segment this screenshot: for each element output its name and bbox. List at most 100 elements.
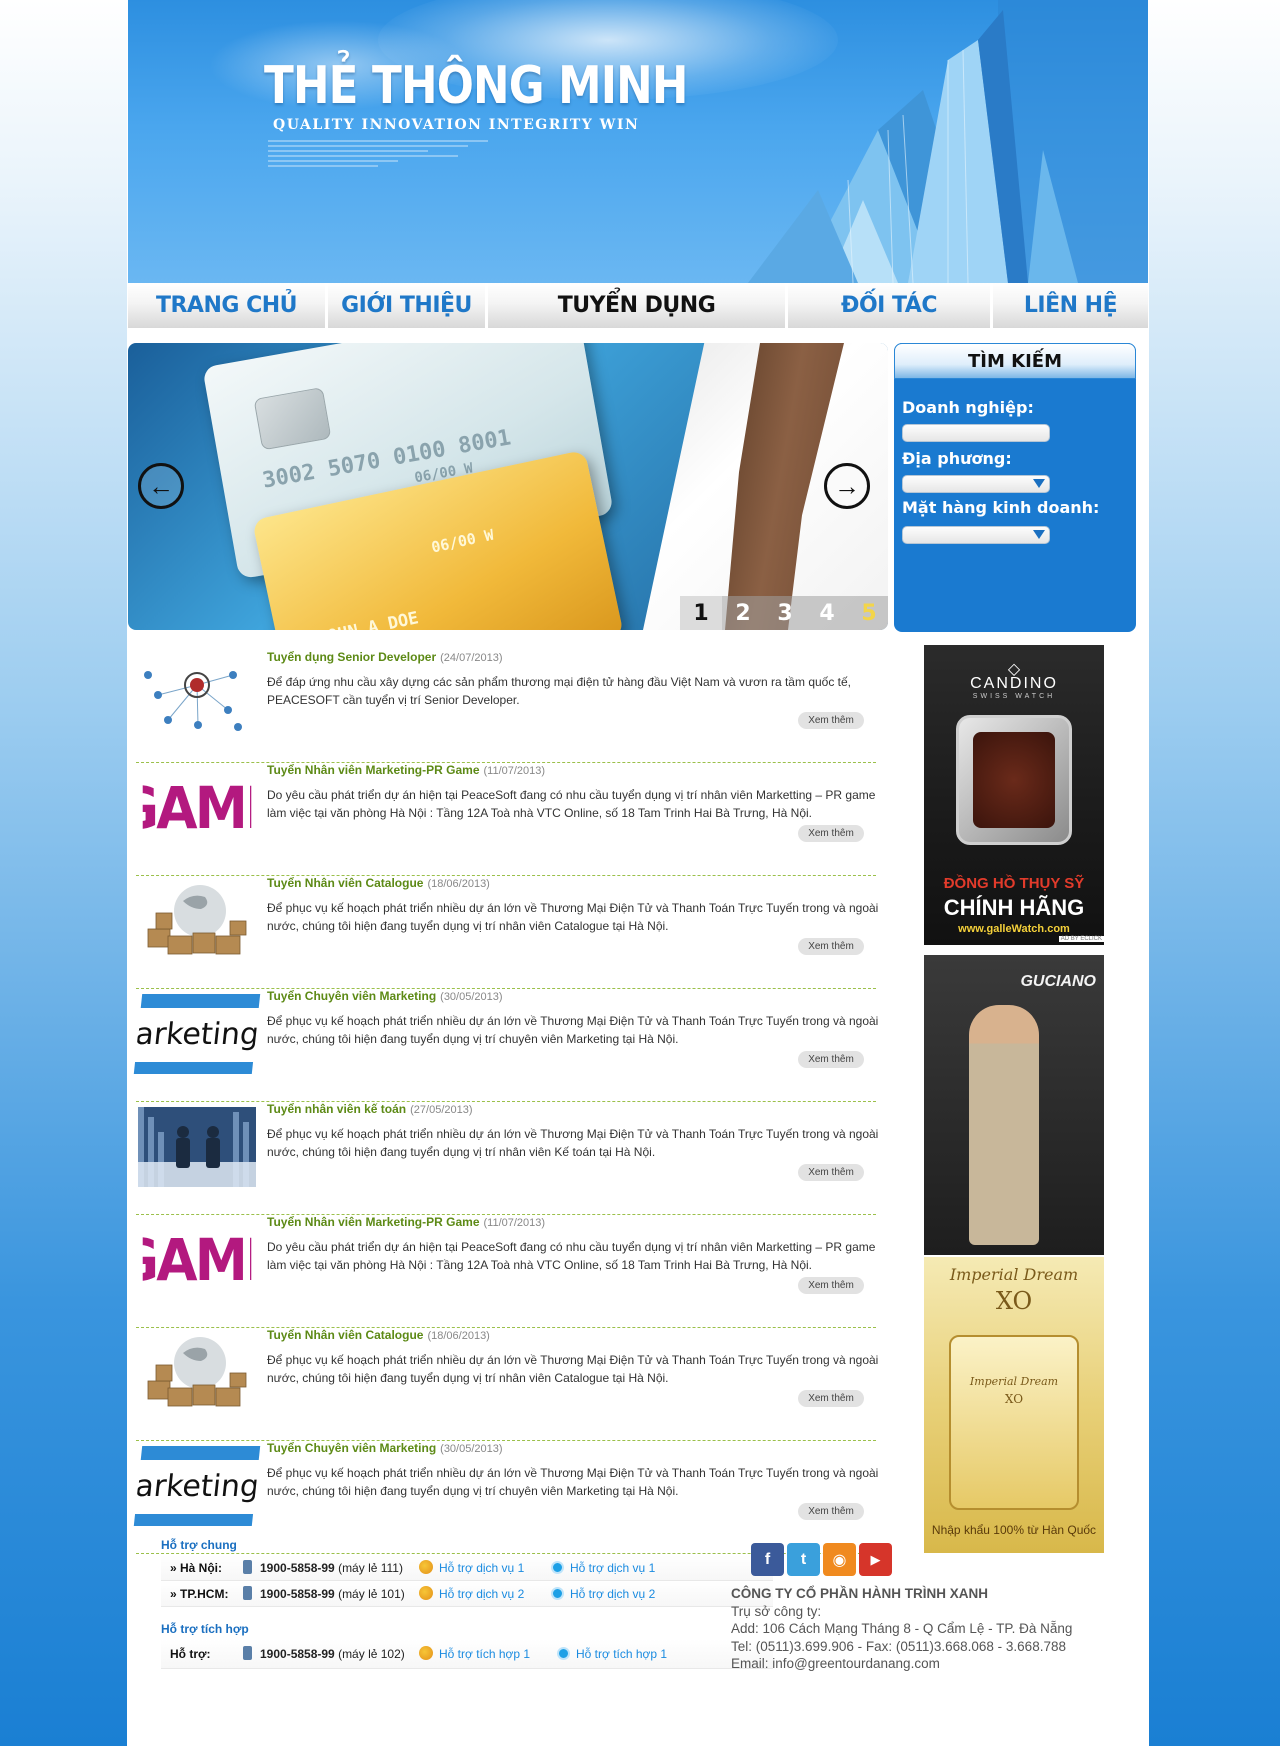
company-email: Email: info@greentourdanang.com [731, 1656, 940, 1671]
job-date: (11/07/2013) [483, 1217, 546, 1229]
yahoo-icon [419, 1560, 433, 1574]
menu-item-contact[interactable]: LIÊN HỆ [993, 283, 1148, 328]
slider-page-5[interactable]: 5 [848, 596, 888, 630]
job-title-link[interactable]: Tuyển nhân viên kế toán (27/05/2013) [267, 1102, 473, 1116]
job-thumbnail[interactable] [138, 655, 256, 735]
job-title-link[interactable]: Tuyển dụng Senior Developer (24/07/2013) [267, 650, 503, 664]
skype-support-link[interactable]: Hỗ trợ tích hợp 1 [557, 1639, 667, 1669]
slider-page-2[interactable]: 2 [722, 596, 764, 630]
job-item: Tuyển Nhân viên Catalogue (18/06/2013) Để … [136, 876, 878, 989]
integrated-support-title: Hỗ trợ tích hợp [161, 1622, 249, 1636]
skyscraper-image [748, 0, 1148, 283]
job-item: Tuyển dụng Senior Developer (24/07/2013) Đ… [136, 650, 876, 763]
read-more-button[interactable]: Xem thêm [798, 1051, 864, 1068]
yahoo-icon [419, 1646, 433, 1660]
slider-pager: 1 2 3 4 5 [680, 596, 888, 630]
menu-item-recruitment[interactable]: TUYỂN DỤNG [488, 283, 788, 328]
job-thumbnail[interactable]: GAME [142, 1220, 252, 1300]
menu-item-about[interactable]: GIỚI THIỆU [328, 283, 488, 328]
skype-icon [551, 1587, 564, 1600]
skype-support-link[interactable]: Hỗ trợ dịch vụ 1 [551, 1555, 655, 1581]
read-more-button[interactable]: Xem thêm [798, 1277, 864, 1294]
phone-icon [243, 1560, 252, 1574]
ad-banner-guciano[interactable]: GUCIANO [924, 955, 1104, 1255]
decorative-lines [268, 140, 498, 176]
phone-icon [243, 1646, 252, 1660]
read-more-button[interactable]: Xem thêm [798, 712, 864, 729]
job-title-link[interactable]: Tuyển Nhân viên Catalogue (18/06/2013) [267, 876, 490, 890]
chevron-down-icon [1033, 530, 1045, 539]
main-menu: TRANG CHỦ GIỚI THIỆU TUYỂN DỤNG ĐỐI TÁC … [128, 283, 1148, 328]
next-arrow-icon[interactable]: → [824, 463, 870, 509]
image-slider: 3002 5070 0100 8001 06/00 W JOHN A DOE 0… [128, 343, 888, 630]
company-name: CÔNG TY CỔ PHẦN HÀNH TRÌNH XANH [731, 1586, 989, 1601]
job-date: (18/06/2013) [427, 878, 490, 890]
job-title-link[interactable]: Tuyển Nhân viên Marketing-PR Game (11/07/… [267, 1215, 545, 1229]
youtube-icon[interactable]: ▶ [859, 1543, 892, 1576]
skype-icon [551, 1561, 564, 1574]
job-description: Do yêu cầu phát triển dự án hiện tại Pea… [267, 1240, 876, 1272]
menu-item-home[interactable]: TRANG CHỦ [128, 283, 328, 328]
bottle-image: Imperial Dream XO [949, 1335, 1079, 1510]
phone-icon [243, 1586, 252, 1600]
read-more-button[interactable]: Xem thêm [798, 1164, 864, 1181]
read-more-button[interactable]: Xem thêm [798, 1390, 864, 1407]
twitter-icon[interactable]: t [787, 1543, 820, 1576]
job-item: marketing... Tuyển Chuyên viên Marketing(… [133, 989, 878, 1102]
locality-select[interactable] [902, 475, 1050, 493]
model-image [969, 1005, 1039, 1245]
slider-page-3[interactable]: 3 [764, 596, 806, 630]
job-title-link[interactable]: Tuyển Nhân viên Catalogue (18/06/2013) [267, 1328, 490, 1342]
skype-support-link[interactable]: Hỗ trợ dịch vụ 2 [551, 1581, 655, 1607]
job-thumbnail[interactable] [138, 1333, 256, 1413]
menu-item-partners[interactable]: ĐỐI TÁC [788, 283, 993, 328]
slider-page-1[interactable]: 1 [680, 596, 722, 630]
read-more-button[interactable]: Xem thêm [798, 938, 864, 955]
general-support-title: Hỗ trợ chung [161, 1538, 237, 1552]
site-slogan: QUALITY INNOVATION INTEGRITY WIN [273, 117, 640, 133]
job-description: Để phục vụ kế hoạch phát triển nhiều dự … [267, 1127, 879, 1159]
job-thumbnail[interactable] [138, 1107, 256, 1187]
chevron-down-icon [1033, 479, 1045, 488]
ad-banner-candino[interactable]: ◇ CANDINO SWISS WATCH ĐỒNG HỒ THỤY SỸ CH… [924, 645, 1104, 945]
yahoo-support-link[interactable]: Hỗ trợ tích hợp 1 [419, 1639, 530, 1669]
job-date: (30/05/2013) [440, 991, 503, 1003]
facebook-icon[interactable]: f [751, 1543, 784, 1576]
read-more-button[interactable]: Xem thêm [798, 1503, 864, 1520]
company-address: Add: 106 Cách Mạng Tháng 8 - Q Cẩm Lệ - … [731, 1621, 1073, 1636]
goods-select[interactable] [902, 526, 1050, 544]
slider-page-4[interactable]: 4 [806, 596, 848, 630]
locality-label: Địa phương: [902, 449, 1012, 468]
job-date: (30/05/2013) [440, 1443, 503, 1455]
job-title-link[interactable]: Tuyển Chuyên viên Marketing (30/05/2013) [267, 1441, 503, 1455]
job-description: Để đáp ứng nhu cầu xây dựng các sản phẩm… [267, 675, 852, 707]
job-title-link[interactable]: Tuyển Chuyên viên Marketing (30/05/2013) [267, 989, 503, 1003]
job-item: GAME Tuyển Nhân viên Marketing-PR Game(11… [136, 1215, 876, 1328]
social-links: f t ◉ ▶ [751, 1543, 892, 1576]
read-more-button[interactable]: Xem thêm [798, 825, 864, 842]
search-title: TÌM KIẾM [894, 343, 1136, 379]
job-thumbnail[interactable]: marketing... [133, 994, 261, 1074]
prev-arrow-icon[interactable]: ← [138, 463, 184, 509]
job-title-link[interactable]: Tuyển Nhân viên Marketing-PR Game (11/07/… [267, 763, 545, 777]
search-box: TÌM KIẾM Doanh nghiệp: Địa phương: Mặt h… [894, 343, 1136, 632]
yahoo-support-link[interactable]: Hỗ trợ dịch vụ 2 [419, 1581, 524, 1607]
watch-image [956, 715, 1072, 845]
yahoo-support-link[interactable]: Hỗ trợ dịch vụ 1 [419, 1555, 524, 1581]
job-thumbnail[interactable] [138, 881, 256, 961]
rss-icon[interactable]: ◉ [823, 1543, 856, 1576]
header-banner: THẺ THÔNG MINH QUALITY INNOVATION INTEGR… [128, 0, 1148, 283]
goods-label: Mặt hàng kinh doanh: [902, 498, 1100, 517]
job-thumbnail[interactable]: marketing... [133, 1446, 261, 1526]
job-date: (11/07/2013) [483, 765, 546, 777]
job-item: GAME Tuyển Nhân viên Marketing-PR Game(11… [136, 763, 876, 876]
ad-banner-imperial-dream[interactable]: Imperial Dream XO Imperial Dream XO Nhập… [924, 1257, 1104, 1553]
support-row-hanoi: » Hà Nội: 1900-5858-99 (máy lẻ 111) Hỗ t… [161, 1555, 773, 1581]
job-description: Để phục vụ kế hoạch phát triển nhiều dự … [267, 1353, 879, 1385]
job-thumbnail[interactable]: GAME [142, 768, 252, 848]
support-row-integrated: Hỗ trợ: 1900-5858-99 (máy lẻ 102) Hỗ trợ… [161, 1639, 773, 1669]
enterprise-input[interactable] [902, 424, 1050, 442]
job-item: Tuyển Nhân viên Catalogue (18/06/2013) Để … [136, 1328, 878, 1441]
job-list: Tuyển dụng Senior Developer (24/07/2013) Đ… [133, 650, 878, 1554]
job-date: (24/07/2013) [440, 652, 503, 664]
